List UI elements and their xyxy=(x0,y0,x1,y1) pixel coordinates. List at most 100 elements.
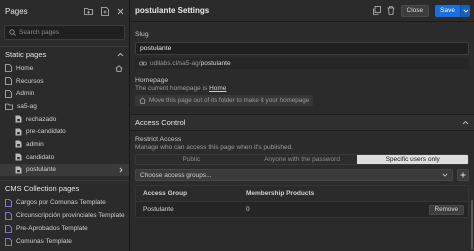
url-slug: postulante xyxy=(200,60,231,67)
static-pages-label: Static pages xyxy=(5,50,47,59)
folder-icon xyxy=(5,103,13,110)
template-page-icon xyxy=(5,198,12,207)
template-page-icon xyxy=(5,224,12,233)
slug-label: Slug xyxy=(135,31,149,38)
trash-icon[interactable] xyxy=(387,6,395,15)
access-groups-select[interactable]: Choose access groups... xyxy=(135,169,453,181)
access-mode-password[interactable]: Anyone with the password xyxy=(247,155,358,164)
template-page-icon xyxy=(5,211,12,220)
membership-products-count: 0 xyxy=(246,206,250,213)
page-item-label: admin xyxy=(26,140,44,148)
page-item-postulante[interactable]: postulante xyxy=(0,163,129,177)
page-icon xyxy=(5,89,12,98)
page-item-pre-candidato[interactable]: pre-candidato xyxy=(0,125,129,138)
chevron-up-icon[interactable] xyxy=(462,120,469,125)
access-groups-placeholder: Choose access groups... xyxy=(140,171,212,179)
table-row: Postulante 0 Remove xyxy=(136,201,468,217)
page-item-label: candidato xyxy=(26,153,55,161)
homepage-label: Homepage xyxy=(135,77,169,84)
table-header: Access Group Membership Products xyxy=(136,186,468,201)
locked-page-icon xyxy=(15,115,22,123)
chevron-down-icon xyxy=(462,8,469,13)
link-icon xyxy=(139,60,147,67)
locked-page-icon xyxy=(15,140,22,148)
page-item-sa5-ag[interactable]: sa5-ag xyxy=(0,100,129,113)
home-icon xyxy=(139,97,146,104)
page-item-label: Recursos xyxy=(16,77,44,85)
page-item-home[interactable]: Home xyxy=(0,62,129,75)
column-membership-products: Membership Products xyxy=(246,190,315,197)
remove-button[interactable]: Remove xyxy=(428,204,464,215)
close-panel-icon[interactable] xyxy=(117,8,124,15)
cms-page-label: Comunas Template xyxy=(16,238,72,246)
search-input[interactable] xyxy=(19,29,120,36)
cms-page-item[interactable]: Comunas Template xyxy=(0,235,129,248)
restrict-access-label: Restrict Access xyxy=(135,136,182,143)
plus-icon xyxy=(460,172,466,178)
access-mode-segmented-control: Public Anyone with the password Specific… xyxy=(135,154,469,165)
access-groups-table: Access Group Membership Products Postula… xyxy=(135,185,469,218)
home-icon xyxy=(115,65,123,72)
page-item-label: rechazado xyxy=(26,115,57,123)
close-button[interactable]: Close xyxy=(400,4,430,17)
static-pages-header[interactable]: Static pages xyxy=(0,46,129,62)
chevron-right-icon[interactable] xyxy=(119,167,123,173)
template-page-icon xyxy=(5,237,12,246)
page-settings-panel: postulante Settings Close Save Slug post… xyxy=(130,0,474,251)
page-item-candidato[interactable]: candidato xyxy=(0,151,129,164)
homepage-text: The current homepage is xyxy=(135,85,208,92)
cms-pages-label: CMS Collection pages xyxy=(5,184,80,194)
page-item-label: Home xyxy=(16,64,34,72)
url-prefix: udilabs.cl/sa5-ag/ xyxy=(150,60,201,67)
cms-pages-list: Cargos por Comunas Template Circunscripci… xyxy=(0,196,129,248)
static-pages-list: Home Recursos Admin sa5-ag rechazado pre-cand… xyxy=(0,62,129,177)
page-item-admin[interactable]: Admin xyxy=(0,87,129,100)
page-item-admin[interactable]: admin xyxy=(0,138,129,151)
chevron-down-icon xyxy=(442,173,448,177)
save-button-group: Save xyxy=(435,4,470,17)
search-icon xyxy=(9,29,16,36)
cms-pages-header[interactable]: CMS Collection pages xyxy=(0,180,129,196)
scrollbar[interactable] xyxy=(471,200,473,250)
page-item-label: postulante xyxy=(26,166,56,174)
new-page-icon[interactable] xyxy=(101,6,109,16)
page-item-rechazado[interactable]: rechazado xyxy=(0,113,129,126)
make-homepage-text: Move this page out of its folder to make… xyxy=(149,97,310,104)
new-folder-icon[interactable] xyxy=(84,7,93,15)
pages-panel-title: Pages xyxy=(5,6,28,16)
page-url: udilabs.cl/sa5-ag/postulante xyxy=(135,58,469,69)
make-homepage-button[interactable]: Move this page out of its folder to make… xyxy=(135,95,314,106)
page-item-recursos[interactable]: Recursos xyxy=(0,75,129,88)
save-button[interactable]: Save xyxy=(435,4,460,17)
cms-page-item[interactable]: Pre-Aprobados Template xyxy=(0,222,129,235)
homepage-link[interactable]: Home xyxy=(209,85,226,92)
page-item-label: Admin xyxy=(16,90,35,98)
page-icon xyxy=(5,77,12,85)
access-control-header[interactable]: Access Control xyxy=(130,114,474,131)
cms-page-label: Cargos por Comunas Template xyxy=(16,199,106,207)
locked-page-icon xyxy=(15,153,22,161)
cms-page-label: Pre-Aprobados Template xyxy=(16,225,88,233)
cms-page-item[interactable]: Circunscripción provinciales Template xyxy=(0,209,129,222)
page-icon xyxy=(5,64,12,73)
column-access-group: Access Group xyxy=(143,190,188,197)
cms-page-label: Circunscripción provinciales Template xyxy=(16,212,125,220)
duplicate-icon[interactable] xyxy=(372,6,381,15)
add-access-group-button[interactable] xyxy=(457,169,469,181)
page-item-label: sa5-ag xyxy=(17,102,37,110)
chevron-up-icon[interactable] xyxy=(117,52,124,57)
restrict-access-desc: Manage who can access this page when it'… xyxy=(135,144,294,151)
access-group-name: Postulante xyxy=(143,206,174,213)
access-mode-specific-users[interactable]: Specific users only xyxy=(357,155,468,164)
save-options-button[interactable] xyxy=(460,4,470,17)
pages-panel: Pages Static pages Home Recursos Admin sa5-… xyxy=(0,0,130,251)
locked-page-icon xyxy=(15,166,22,174)
access-mode-public[interactable]: Public xyxy=(136,155,247,164)
slug-input[interactable]: postulante xyxy=(135,42,469,55)
settings-title: postulante Settings xyxy=(135,6,210,15)
cms-page-item[interactable]: Cargos por Comunas Template xyxy=(0,196,129,209)
page-item-label: pre-candidato xyxy=(26,128,66,136)
pages-panel-header: Pages xyxy=(0,0,129,22)
search-pages[interactable] xyxy=(4,25,125,40)
locked-page-icon xyxy=(15,128,22,136)
